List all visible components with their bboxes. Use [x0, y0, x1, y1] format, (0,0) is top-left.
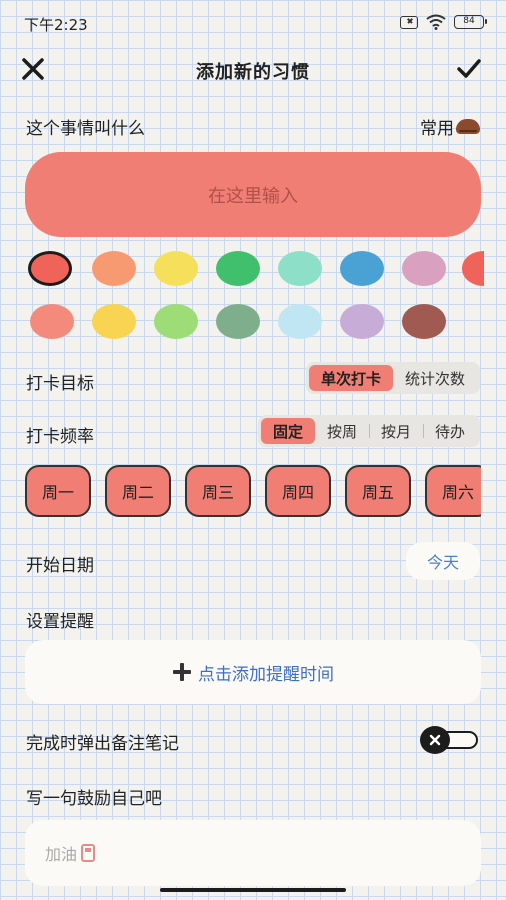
- frequency-segmented-control: 固定 按周 按月 待办: [257, 415, 480, 447]
- goal-label: 打卡目标: [26, 374, 94, 394]
- color-swatch-lavender[interactable]: [340, 304, 384, 339]
- fuel-pump-icon: [81, 844, 96, 862]
- color-swatch-light-green[interactable]: [154, 304, 198, 339]
- toggle-knob: [420, 726, 450, 754]
- frequency-option-weekly[interactable]: 按周: [315, 418, 369, 444]
- battery-icon: 84: [454, 15, 487, 29]
- goal-option-count[interactable]: 统计次数: [393, 365, 477, 391]
- status-bar: 下午2:23 84: [0, 0, 506, 44]
- color-swatch-blue[interactable]: [340, 251, 384, 286]
- day-button-wed[interactable]: 周三: [185, 465, 251, 517]
- motto-placeholder: 加油: [45, 845, 78, 864]
- page-title: 添加新的习惯: [196, 62, 310, 83]
- note-popup-label: 完成时弹出备注笔记: [26, 734, 179, 754]
- color-swatch-green[interactable]: [216, 251, 260, 286]
- reminder-label: 设置提醒: [26, 612, 94, 632]
- color-swatch-mint[interactable]: [278, 251, 322, 286]
- goal-segmented-control: 单次打卡 统计次数: [305, 362, 480, 394]
- status-icons: 84: [400, 14, 487, 30]
- chestnut-icon: [456, 119, 480, 134]
- check-icon: [457, 59, 481, 78]
- color-swatch-gold[interactable]: [92, 304, 136, 339]
- day-button-thu[interactable]: 周四: [265, 465, 331, 517]
- frequency-option-todo[interactable]: 待办: [422, 418, 477, 444]
- color-swatch-sky[interactable]: [278, 304, 322, 339]
- color-swatch-red-2[interactable]: [462, 251, 484, 286]
- start-date-button[interactable]: 今天: [406, 542, 480, 580]
- plus-icon: [172, 662, 192, 682]
- home-indicator[interactable]: [160, 888, 346, 892]
- confirm-button[interactable]: [456, 56, 486, 82]
- wifi-icon: [426, 14, 446, 30]
- color-swatch-sage[interactable]: [216, 304, 260, 339]
- color-swatch-yellow[interactable]: [154, 251, 198, 286]
- color-swatch-red[interactable]: [28, 251, 72, 286]
- color-swatch-orange[interactable]: [92, 251, 136, 286]
- toggle-off-icon: [429, 734, 441, 746]
- status-time: 下午2:23: [24, 16, 88, 34]
- note-popup-toggle[interactable]: [420, 726, 478, 754]
- color-swatch-salmon[interactable]: [30, 304, 74, 339]
- frequency-option-monthly[interactable]: 按月: [368, 418, 423, 444]
- day-button-tue[interactable]: 周二: [105, 465, 171, 517]
- no-sim-icon: [400, 15, 418, 29]
- add-reminder-label: 点击添加提醒时间: [198, 664, 334, 685]
- frequency-option-fixed[interactable]: 固定: [260, 418, 315, 444]
- frequent-button[interactable]: 常用: [420, 114, 480, 139]
- habit-name-input[interactable]: 在这里输入: [25, 152, 481, 237]
- day-button-fri[interactable]: 周五: [345, 465, 411, 517]
- frequent-label: 常用: [420, 119, 454, 139]
- name-label: 这个事情叫什么: [26, 119, 145, 139]
- start-date-label: 开始日期: [26, 556, 94, 576]
- color-swatch-brown[interactable]: [402, 304, 446, 339]
- motto-label: 写一句鼓励自己吧: [26, 789, 162, 809]
- goal-option-single[interactable]: 单次打卡: [308, 365, 393, 391]
- motto-input[interactable]: 加油: [25, 820, 481, 886]
- header: 添加新的习惯: [0, 48, 506, 88]
- frequency-label: 打卡频率: [26, 427, 94, 447]
- color-swatch-pink[interactable]: [402, 251, 446, 286]
- day-button-mon[interactable]: 周一: [25, 465, 91, 517]
- add-reminder-button[interactable]: 点击添加提醒时间: [25, 640, 481, 704]
- day-button-sat[interactable]: 周六: [425, 465, 481, 517]
